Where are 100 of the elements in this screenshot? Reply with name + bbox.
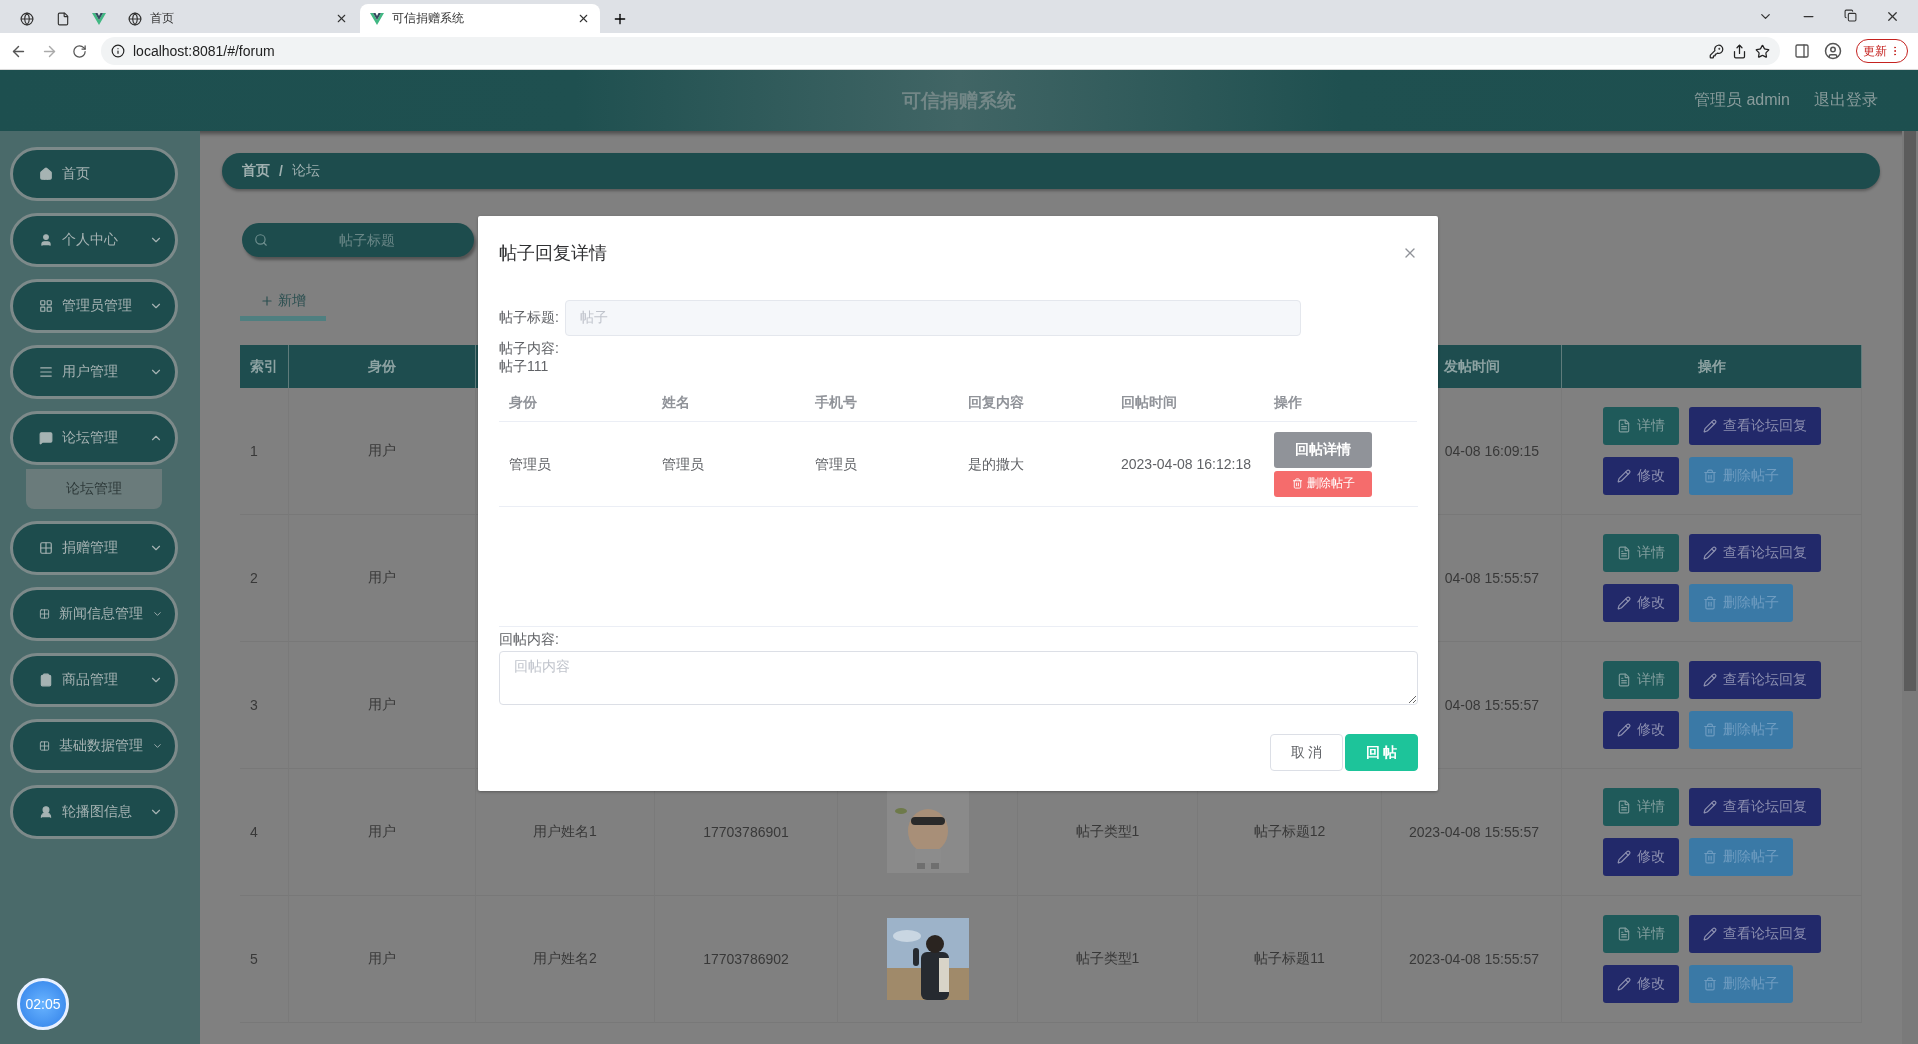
close-icon[interactable]: [577, 12, 590, 25]
key-icon[interactable]: [1709, 43, 1724, 59]
dialog-title: 帖子回复详情: [499, 242, 607, 265]
table-cell: 4: [250, 824, 258, 840]
detail-button[interactable]: 回帖详情: [1274, 431, 1372, 468]
logo-icon: [92, 12, 106, 25]
table-cell: 帖子类型1: [1075, 950, 1140, 968]
sidebar-item[interactable]: 新闻信息管理: [10, 587, 178, 641]
table-cell: 帖子标题11: [1254, 950, 1325, 968]
table-cell: 帖子类型1: [1075, 823, 1140, 841]
table-cell-text: 管理员: [509, 454, 551, 474]
close-icon[interactable]: [1885, 9, 1900, 24]
replies-button[interactable]: 查看论坛回复: [1688, 407, 1821, 445]
field-label: 帖子标题:: [499, 309, 559, 327]
replies-button[interactable]: 查看论坛回复: [1688, 788, 1821, 826]
address-bar[interactable]: localhost:8081/#/forum: [101, 37, 1780, 65]
table-cell: 04-08 15:55:57: [1444, 697, 1539, 713]
restore-icon[interactable]: [1844, 9, 1857, 22]
replies-button[interactable]: 查看论坛回复: [1688, 534, 1821, 572]
sidebar-item[interactable]: 论坛管理: [10, 411, 178, 465]
logout-link[interactable]: 退出登录: [1814, 90, 1878, 111]
trash-icon: [1702, 469, 1717, 483]
breadcrumb-item[interactable]: 论坛: [291, 162, 320, 180]
detail-button[interactable]: 详情: [1602, 915, 1679, 953]
edit-button[interactable]: 修改: [1602, 584, 1679, 622]
cancel-button[interactable]: 取 消: [1270, 734, 1343, 771]
replies-button[interactable]: 查看论坛回复: [1688, 915, 1821, 953]
document-icon: [1616, 927, 1631, 941]
add-button[interactable]: 新增: [240, 285, 326, 321]
share-icon[interactable]: [1732, 43, 1747, 59]
submit-button[interactable]: 回 帖: [1345, 734, 1418, 771]
detail-button[interactable]: 详情: [1602, 407, 1679, 445]
user-icon: [39, 233, 53, 247]
edit-button[interactable]: 修改: [1602, 965, 1679, 1003]
table-cell: 17703786901: [703, 824, 789, 840]
timer-badge: 02:05: [17, 978, 69, 1030]
search-field[interactable]: 帖子标题: [242, 223, 474, 257]
pencil-icon: [1702, 419, 1717, 433]
trash-icon: [1702, 596, 1717, 610]
column-header: 姓名: [652, 384, 805, 422]
profile-icon[interactable]: [1824, 42, 1842, 60]
document-icon: [1616, 546, 1631, 560]
sidebar-item[interactable]: 用户管理: [10, 345, 178, 399]
column-header: 手机号: [805, 384, 958, 422]
field-label: 回帖内容:: [499, 631, 560, 649]
pencil-icon: [1616, 723, 1631, 737]
table-cell: 5: [250, 951, 258, 967]
close-icon[interactable]: [335, 12, 348, 25]
grid-icon: [39, 299, 53, 313]
column-header: 身份: [289, 345, 476, 388]
detail-button[interactable]: 详情: [1602, 534, 1679, 572]
table-cell-text: 管理员: [815, 454, 857, 474]
delete-button[interactable]: 删除帖子: [1274, 470, 1372, 497]
browser-tab[interactable]: 首页: [118, 4, 358, 33]
sidebar-item[interactable]: 首页: [10, 147, 178, 201]
column-header: 回复内容: [958, 384, 1111, 422]
edit-button[interactable]: 修改: [1602, 711, 1679, 749]
table-cell: 2023-04-08 15:55:57: [1409, 824, 1539, 840]
pencil-icon: [1702, 546, 1717, 560]
replies-button[interactable]: 查看论坛回复: [1688, 661, 1821, 699]
table-cell-text: 是的撒大: [968, 454, 1024, 474]
side-panel-icon[interactable]: [1794, 43, 1810, 59]
info-icon[interactable]: [111, 44, 125, 58]
table-cell: 用户: [368, 950, 396, 968]
edit-button[interactable]: 修改: [1602, 838, 1679, 876]
trash-icon: [1702, 850, 1717, 864]
home-icon: [39, 167, 53, 181]
plus-icon: [260, 293, 274, 308]
star-icon[interactable]: [1755, 43, 1770, 59]
reload-icon[interactable]: [72, 43, 87, 59]
pencil-icon: [1616, 977, 1631, 991]
sidebar-item[interactable]: 基础数据管理: [10, 719, 178, 773]
pencil-icon: [1702, 800, 1717, 814]
breadcrumb-item[interactable]: 首页: [242, 162, 270, 180]
sidebar-item[interactable]: 个人中心: [10, 213, 178, 267]
scrollbar[interactable]: [1902, 131, 1918, 1044]
new-tab-icon[interactable]: [612, 11, 628, 27]
pencil-icon: [1702, 673, 1717, 687]
sidebar-item[interactable]: 轮播图信息: [10, 785, 178, 839]
update-button[interactable]: 更新: [1856, 39, 1908, 63]
column-header: 回帖时间: [1111, 384, 1264, 422]
user-label: 管理员 admin: [1693, 90, 1790, 110]
sidebar-item[interactable]: 管理员管理: [10, 279, 178, 333]
detail-button[interactable]: 详情: [1602, 661, 1679, 699]
grid-icon: [39, 607, 50, 621]
table-cell: 04-08 16:09:15: [1444, 443, 1539, 459]
table-cell: 04-08 15:55:57: [1444, 570, 1539, 586]
sidebar-item[interactable]: 捐赠管理: [10, 521, 178, 575]
table-cell: 帖子标题12: [1253, 823, 1326, 841]
pencil-icon: [1616, 596, 1631, 610]
detail-button[interactable]: 详情: [1602, 788, 1679, 826]
document-icon: [1616, 419, 1631, 433]
person-icon: [39, 805, 53, 819]
pencil-icon: [1702, 927, 1717, 941]
grid-icon: [39, 739, 50, 753]
chat-icon: [39, 431, 53, 445]
submenu-item[interactable]: 论坛管理: [26, 469, 162, 509]
edit-button[interactable]: 修改: [1602, 457, 1679, 495]
sidebar-item[interactable]: 商品管理: [10, 653, 178, 707]
browser-tab[interactable]: 可信捐赠系统: [360, 4, 600, 33]
